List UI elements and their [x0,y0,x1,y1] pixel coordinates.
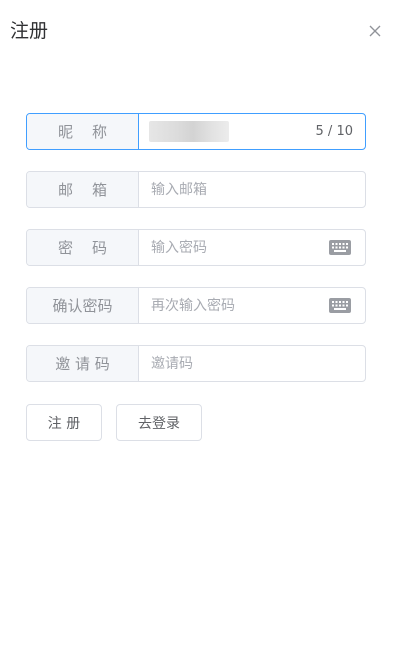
password-field-wrapper [139,230,365,265]
nickname-char-counter: 5 / 10 [315,124,353,139]
confirm-password-field-wrapper [139,288,365,323]
close-icon[interactable] [364,20,386,42]
password-row: 密 码 [26,229,366,266]
email-label: 邮 箱 [27,172,139,207]
nickname-field-wrapper: 5 / 10 [139,114,365,149]
nickname-row: 昵 称 5 / 10 [26,113,366,150]
confirm-password-label: 确认密码 [27,288,139,323]
keyboard-icon[interactable] [329,240,351,255]
email-row: 邮 箱 [26,171,366,208]
nickname-label: 昵 称 [27,114,139,149]
nickname-value-obscured [149,121,229,142]
dialog-header: 注册 [0,0,400,64]
password-label: 密 码 [27,230,139,265]
register-button[interactable]: 注 册 [26,404,102,441]
keyboard-icon[interactable] [329,298,351,313]
invite-code-label: 邀 请 码 [27,346,139,381]
email-input[interactable] [139,172,365,207]
invite-code-row: 邀 请 码 [26,345,366,382]
invite-code-field-wrapper [139,346,365,381]
confirm-password-row: 确认密码 [26,287,366,324]
invite-code-input[interactable] [139,346,365,381]
email-field-wrapper [139,172,365,207]
dialog-title: 注册 [10,20,49,42]
go-login-button[interactable]: 去登录 [116,404,202,441]
